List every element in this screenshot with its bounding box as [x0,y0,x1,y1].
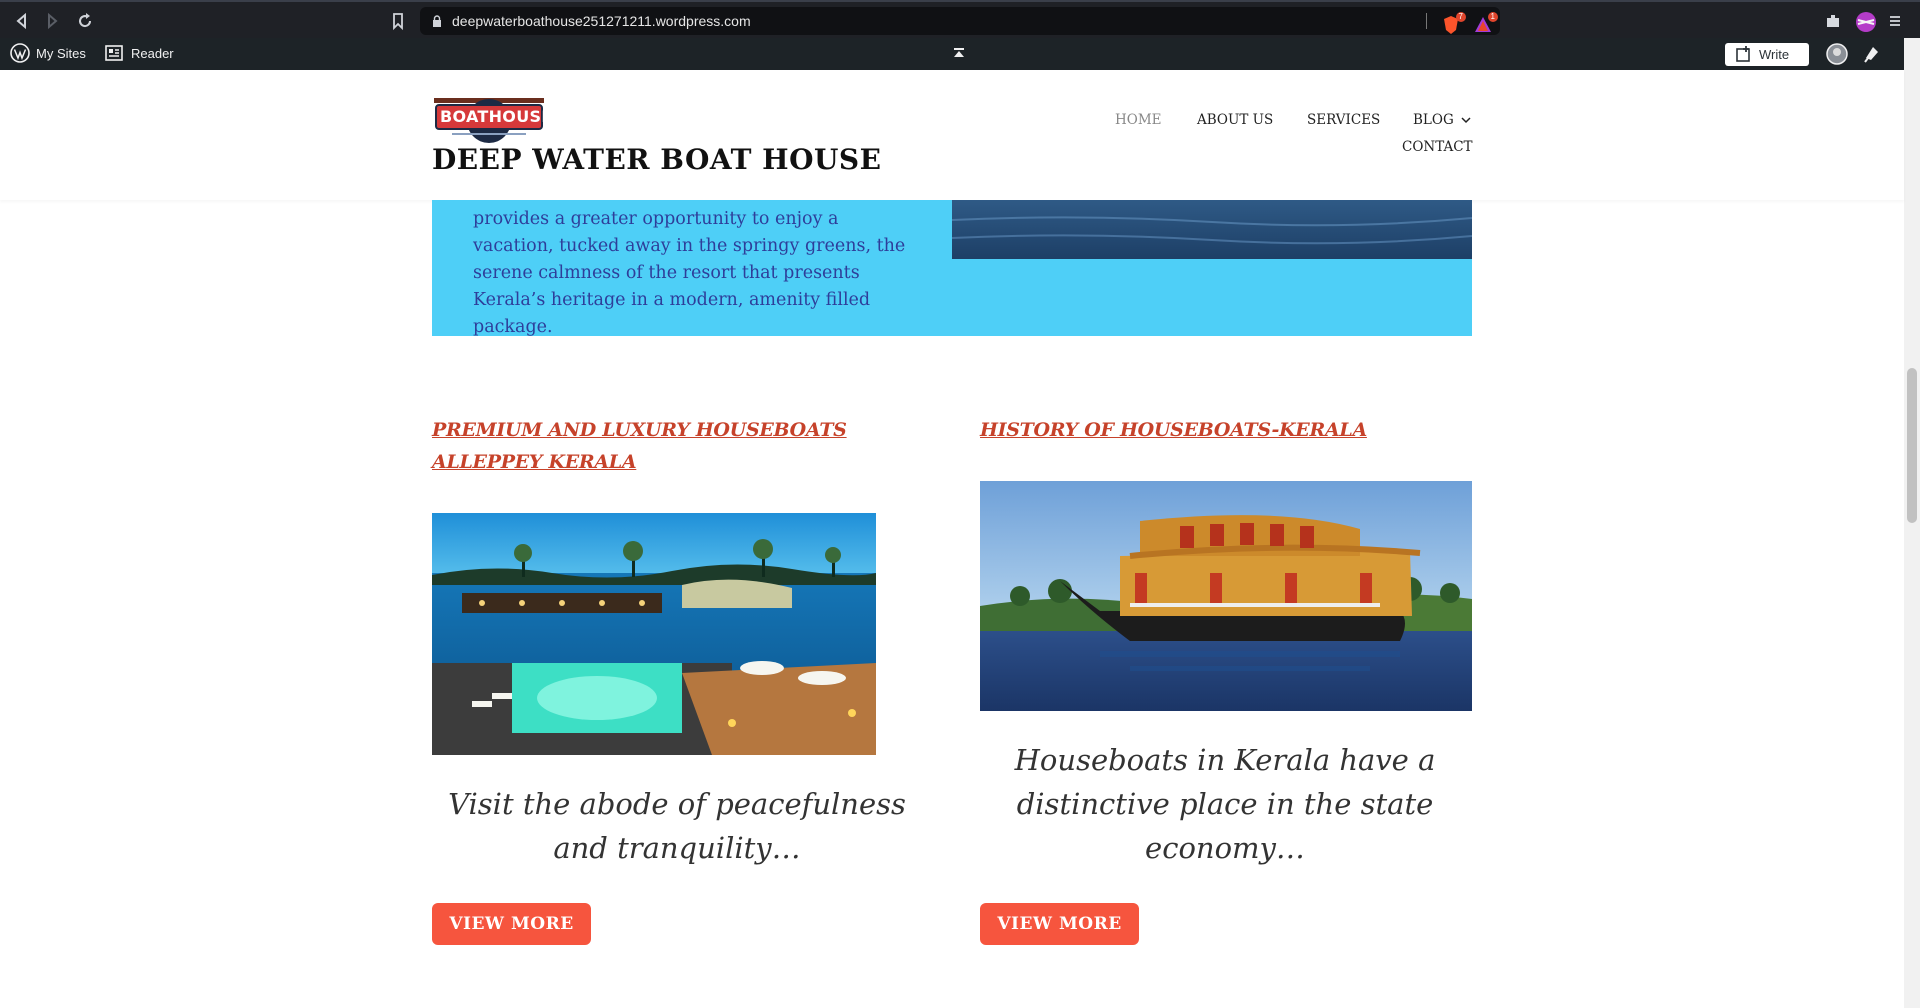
post-excerpt-luxury: Visit the abode of peacefulness and tran… [448,787,906,865]
forward-icon[interactable] [42,11,62,31]
logo-text: BOATHOUSE [440,107,553,126]
nav-blog[interactable]: BLOG [1413,112,1471,128]
nav-blog-label: BLOG [1413,112,1454,128]
my-sites-label: My Sites [36,46,86,61]
chevron-down-icon [1461,117,1471,124]
address-bar[interactable]: deepwaterboathouse251271211.wordpress.co… [420,7,1500,35]
scrollbar-thumb[interactable] [1907,368,1917,523]
bookmark-icon[interactable] [388,11,408,31]
user-avatar-icon[interactable] [1826,43,1848,65]
wordpress-icon [10,43,30,63]
brave-rewards-icon[interactable]: 1 [1474,12,1498,35]
brave-shield-icon[interactable]: 7 [1442,12,1466,35]
alert-badge: 1 [1487,12,1498,22]
view-more-button-history[interactable]: VIEW MORE [980,903,1139,945]
my-sites-link[interactable]: My Sites [10,38,86,70]
nav-services[interactable]: SERVICES [1307,112,1380,128]
reload-icon[interactable] [75,11,95,31]
shield-badge: 7 [1455,12,1466,22]
view-more-button-luxury[interactable]: VIEW MORE [432,903,591,945]
nav-about-us[interactable]: ABOUT US [1197,112,1273,128]
intro-section: provides a greater opportunity to enjoy … [432,200,1473,337]
backwater-image [951,200,1473,259]
wp-admin-bar: My Sites Reader Write [0,38,1904,70]
write-icon [1736,46,1750,62]
page-scrollbar[interactable] [1904,38,1920,1008]
extensions-icon[interactable] [1824,12,1842,30]
write-label: Write [1759,47,1790,62]
nav-home[interactable]: HOME [1115,112,1162,128]
reader-link[interactable]: Reader [105,38,174,70]
post-title-history-houseboats[interactable]: HISTORY OF HOUSEBOATS-KERALA [980,414,1480,446]
site-logo[interactable]: BOATHOUSE [432,96,553,146]
nav-contact[interactable]: CONTACT [1402,139,1473,155]
intro-text: provides a greater opportunity to enjoy … [473,209,906,337]
houseboat-image[interactable] [980,481,1472,711]
write-button[interactable]: Write [1725,43,1809,66]
menu-icon[interactable] [1886,12,1904,30]
site-header: BOATHOUSE DEEP WATER BOAT HOUSE HOME ABO… [0,70,1904,200]
notifications-icon[interactable] [1862,44,1882,66]
post-excerpt-history: Houseboats in Kerala have a distinctive … [1014,743,1436,865]
url-text: deepwaterboathouse251271211.wordpress.co… [452,13,751,29]
back-icon[interactable] [12,11,32,31]
site-title[interactable]: DEEP WATER BOAT HOUSE [432,143,882,176]
scroll-to-top-icon[interactable] [952,38,966,70]
profile-avatar-icon[interactable] [1856,12,1876,32]
browser-toolbar: deepwaterboathouse251271211.wordpress.co… [0,0,1920,38]
reader-icon [105,45,123,61]
reader-label: Reader [131,46,174,61]
post-title-luxury-houseboats[interactable]: PREMIUM AND LUXURY HOUSEBOATS ALLEPPEY K… [432,414,932,478]
luxury-resort-image[interactable] [432,513,876,755]
lock-icon [433,15,441,27]
